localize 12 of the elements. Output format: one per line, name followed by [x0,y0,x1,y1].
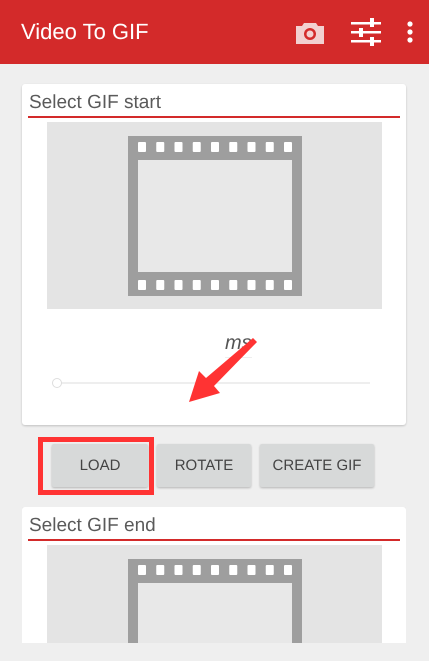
pointer-arrow [187,336,259,404]
action-button[interactable]: CREATE GIF [260,444,374,487]
action-button[interactable]: LOAD [52,444,148,487]
camera-icon[interactable] [295,20,325,44]
film-strip-icon [128,136,302,296]
card-title: Select GIF end [28,513,400,541]
action-button[interactable]: ROTATE [157,444,251,487]
slider-thumb[interactable] [52,378,62,388]
app-title: Video To GIF [21,19,150,45]
card-title: Select GIF start [28,90,400,118]
sliders-icon[interactable] [351,18,381,46]
more-icon[interactable] [407,21,413,43]
